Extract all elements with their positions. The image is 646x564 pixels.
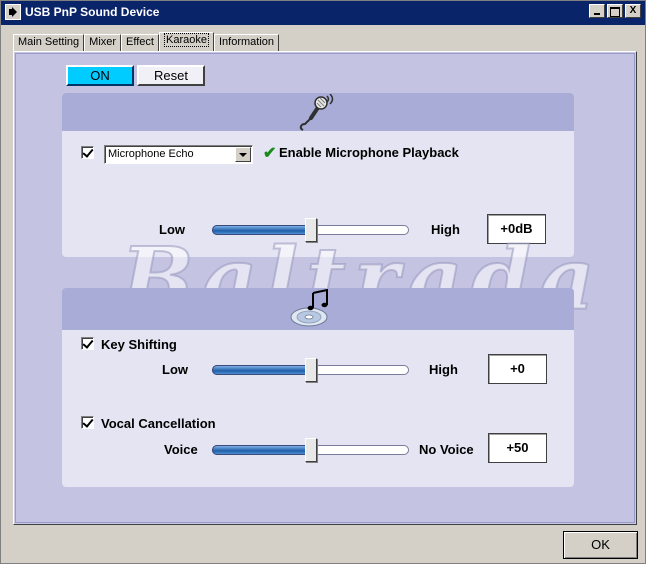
tab-strip: Main Setting Mixer Effect Karaoke Inform…: [13, 32, 279, 52]
window-controls: X: [589, 4, 641, 18]
reset-button[interactable]: Reset: [137, 65, 205, 86]
chevron-down-icon[interactable]: [235, 147, 251, 162]
slider-fill: [212, 365, 311, 375]
microphone-icon: [297, 94, 337, 132]
on-button[interactable]: ON: [66, 65, 134, 86]
maximize-button[interactable]: [607, 4, 623, 18]
key-shifting-low-label: Low: [162, 362, 188, 377]
slider-thumb[interactable]: [305, 218, 317, 242]
vocal-cancellation-value: +50: [488, 433, 547, 463]
tab-label: Effect: [126, 36, 154, 48]
microphone-low-label: Low: [159, 222, 185, 237]
vocal-cancellation-low-label: Voice: [164, 442, 198, 457]
microphone-playback-label[interactable]: Enable Microphone Playback: [279, 145, 459, 160]
slider-thumb[interactable]: [305, 358, 317, 382]
slider-fill: [212, 225, 311, 235]
app-window: USB PnP Sound Device X Main Setting Mixe…: [0, 0, 646, 564]
microphone-effect-select[interactable]: Microphone Echo: [104, 145, 253, 164]
title-bar[interactable]: USB PnP Sound Device X: [1, 1, 645, 25]
tab-label: Information: [218, 36, 274, 48]
ok-button[interactable]: OK: [563, 531, 638, 559]
vocal-cancellation-label[interactable]: Vocal Cancellation: [101, 416, 216, 431]
tab-karaoke[interactable]: Karaoke: [158, 32, 214, 52]
slider-fill: [212, 445, 311, 455]
tab-label: Main Setting: [18, 36, 80, 48]
vocal-cancellation-checkbox[interactable]: [81, 416, 94, 429]
vocal-cancellation-slider[interactable]: [212, 438, 409, 462]
microphone-high-label: High: [431, 222, 460, 237]
tab-main-setting[interactable]: Main Setting: [13, 34, 85, 52]
microphone-level-value: +0dB: [487, 214, 546, 244]
slider-thumb[interactable]: [305, 438, 317, 462]
key-shifting-slider[interactable]: [212, 358, 409, 382]
microphone-enable-checkbox[interactable]: [81, 146, 94, 159]
window-title: USB PnP Sound Device: [25, 5, 160, 19]
key-shifting-value: +0: [488, 354, 547, 384]
vocal-cancellation-high-label: No Voice: [419, 442, 474, 457]
minimize-button[interactable]: [589, 4, 605, 18]
key-shifting-high-label: High: [429, 362, 458, 377]
tab-label: Karaoke: [163, 33, 209, 47]
key-shifting-label[interactable]: Key Shifting: [101, 337, 177, 352]
microphone-effect-value: Microphone Echo: [108, 148, 194, 160]
speaker-icon: [5, 4, 21, 20]
tab-label: Mixer: [89, 36, 117, 48]
key-shifting-checkbox[interactable]: [81, 337, 94, 350]
checkmark-icon: ✔: [263, 145, 277, 162]
tab-effect[interactable]: Effect: [121, 34, 159, 52]
microphone-level-slider[interactable]: [212, 218, 409, 242]
music-cd-icon: [289, 289, 333, 329]
tab-mixer[interactable]: Mixer: [84, 34, 122, 52]
tab-information[interactable]: Information: [213, 34, 279, 52]
close-button[interactable]: X: [625, 4, 641, 18]
